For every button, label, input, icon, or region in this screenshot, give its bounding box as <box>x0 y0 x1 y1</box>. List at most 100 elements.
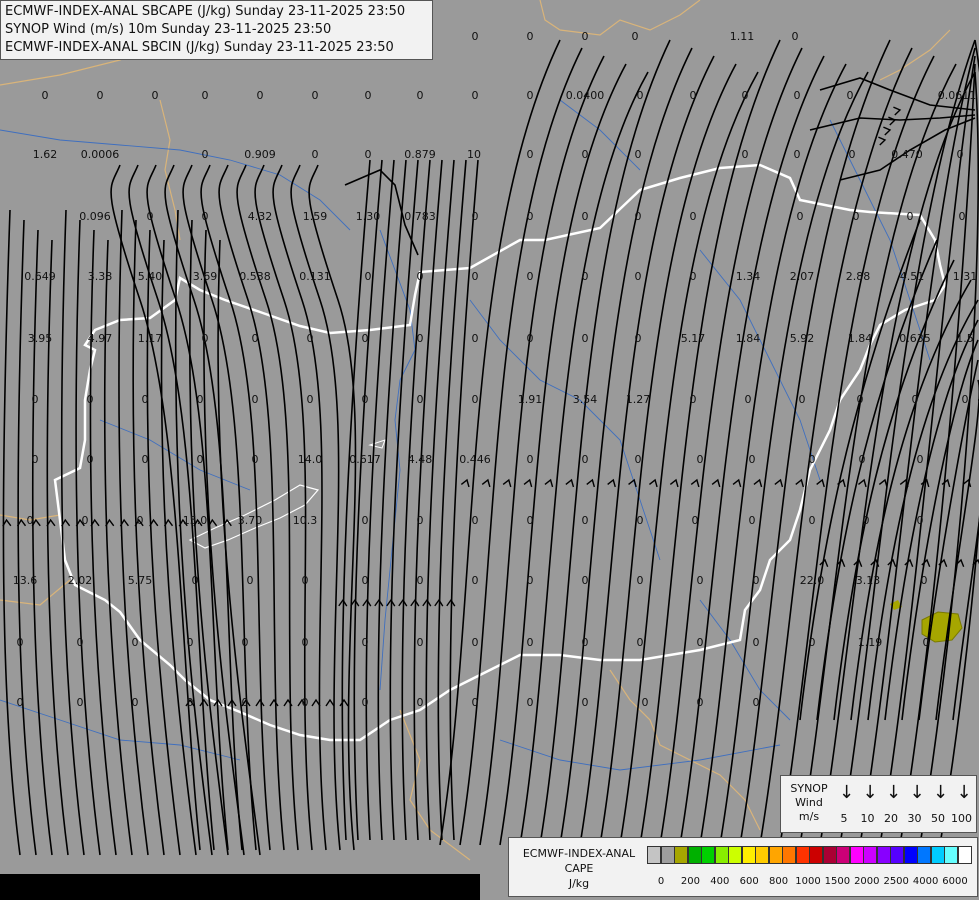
synop-legend-unit: m/s <box>798 810 820 823</box>
cin-value-label: 0 <box>365 270 372 283</box>
cin-value-label: 0 <box>753 574 760 587</box>
cape-legend-tick: 2500 <box>883 876 909 887</box>
cin-value-label: 0 <box>362 393 369 406</box>
cin-value-label: 0 <box>42 89 49 102</box>
cin-value-label: 5.75 <box>128 574 153 587</box>
cin-value-label: 0 <box>957 148 964 161</box>
cin-value-label: 0 <box>27 514 34 527</box>
cin-value-label: 0 <box>202 89 209 102</box>
cin-value-label: 0 <box>917 453 924 466</box>
cape-legend-swatch <box>768 846 783 864</box>
cin-value-label: 0 <box>809 636 816 649</box>
cape-legend-tick: 4000 <box>912 876 939 887</box>
cin-value-label: 4.32 <box>248 210 273 223</box>
cin-value-label: 0 <box>472 574 479 587</box>
cin-value-label: 0 <box>527 270 534 283</box>
cin-value-label: 0 <box>362 332 369 345</box>
cin-value-label: 0 <box>527 453 534 466</box>
cin-value-label: 0 <box>635 148 642 161</box>
cin-value-label: 0 <box>692 514 699 527</box>
cin-value-label: 0 <box>187 636 194 649</box>
cin-value-label: 0 <box>799 393 806 406</box>
cin-value-label: 0 <box>417 270 424 283</box>
cape-legend-subtitle: CAPE <box>564 862 594 875</box>
cin-value-label: 0 <box>527 514 534 527</box>
cin-value-label: 0.783 <box>404 210 436 223</box>
cin-value-label: 0 <box>307 332 314 345</box>
down-arrow-icon: ↓ <box>933 782 949 803</box>
cape-legend: ECMWF-INDEX-ANAL CAPE J/kg 0 200 400 600 800… <box>508 837 978 897</box>
cape-legend-swatch <box>795 846 810 864</box>
cin-value-label: 0 <box>745 393 752 406</box>
cin-value-label: 0 <box>923 636 930 649</box>
cin-value-label: 0 <box>527 636 534 649</box>
cin-value-label: 0 <box>242 696 249 709</box>
cin-value-label: 0 <box>959 210 966 223</box>
cin-value-label: 0 <box>152 89 159 102</box>
cin-value-label: 0 <box>77 636 84 649</box>
cape-legend-swatch <box>674 846 688 864</box>
cape-legend-swatch <box>714 846 729 864</box>
weather-map: 0 0 0 0 1.11 0 0 0 0 0 0 0 0 0 0 0 0.0400 0 0 0 0 0 0.0611 1.62… <box>0 0 979 900</box>
cin-value-label: 0 <box>582 30 589 43</box>
cape-legend-tick: 600 <box>739 876 759 887</box>
cin-value-label: 4.48 <box>408 453 433 466</box>
cin-value-label: 0 <box>912 393 919 406</box>
cin-value-label: 0 <box>247 574 254 587</box>
cape-legend-swatch <box>822 846 837 864</box>
down-arrow-icon: ↓ <box>956 782 972 803</box>
cin-value-label: 0 <box>362 574 369 587</box>
cin-value-label: 0 <box>907 210 914 223</box>
cin-value-label: 0 <box>697 696 704 709</box>
cin-value-label: 0 <box>637 89 644 102</box>
cin-value-label: 0.0611 <box>938 89 977 102</box>
cin-value-label: 3.13 <box>856 574 881 587</box>
cin-value-label: 1.30 <box>356 210 381 223</box>
cin-value-label: 0 <box>962 393 969 406</box>
cin-value-label: 0 <box>697 636 704 649</box>
down-arrow-icon: ↓ <box>862 782 878 803</box>
synop-wind-legend: SYNOP Wind m/s ↓ 5 ↓ 10 ↓ 20 ↓ 30 ↓ 50 ↓ 100 <box>780 775 977 833</box>
cin-value-label: 0 <box>857 393 864 406</box>
cin-value-label: 0 <box>137 514 144 527</box>
cin-value-label: 0 <box>77 696 84 709</box>
synop-legend-title: SYNOP <box>790 782 828 795</box>
cin-value-label: 0 <box>417 696 424 709</box>
cape-legend-swatch <box>917 846 931 864</box>
cin-value-label: 10 <box>467 148 481 161</box>
synop-legend-value: 100 <box>951 812 972 825</box>
cin-value-label: 0 <box>527 210 534 223</box>
cin-value-label: 0.538 <box>239 270 271 283</box>
cin-value-label: 0 <box>202 332 209 345</box>
cin-value-label: 2.07 <box>790 270 815 283</box>
map-edge-shadow <box>0 874 480 900</box>
cin-value-label: 0 <box>637 574 644 587</box>
cin-value-label: 10.3 <box>293 514 318 527</box>
cin-value-label: 0 <box>690 270 697 283</box>
cin-value-label: 0 <box>252 332 259 345</box>
cin-value-label: 1.11 <box>730 30 755 43</box>
cape-legend-swatch <box>890 846 904 864</box>
cin-value-label: 0 <box>637 514 644 527</box>
cin-value-label: 1.84 <box>848 332 873 345</box>
down-arrow-icon: ↓ <box>886 782 902 803</box>
cape-legend-swatch <box>863 846 877 864</box>
cin-value-label: 0 <box>32 393 39 406</box>
cin-value-label: 2.88 <box>846 270 871 283</box>
cin-value-label: 1.17 <box>138 332 163 345</box>
cin-value-label: 1.27 <box>626 393 651 406</box>
cape-legend-swatch <box>849 846 864 864</box>
cin-value-label: 0 <box>582 574 589 587</box>
cin-value-label: 5.17 <box>681 332 706 345</box>
cin-value-label: 1.19 <box>858 636 883 649</box>
cape-legend-swatch <box>687 846 702 864</box>
cin-value-label: 0.470 <box>891 148 923 161</box>
cin-value-label: 0 <box>637 636 644 649</box>
cin-value-label: 0 <box>252 453 259 466</box>
cin-value-label: 0 <box>794 148 801 161</box>
cin-value-label: 0 <box>582 332 589 345</box>
cin-value-label: 0 <box>582 270 589 283</box>
cin-value-label: 0 <box>142 393 149 406</box>
cin-value-label: 0 <box>690 393 697 406</box>
cin-value-label: 0 <box>365 89 372 102</box>
